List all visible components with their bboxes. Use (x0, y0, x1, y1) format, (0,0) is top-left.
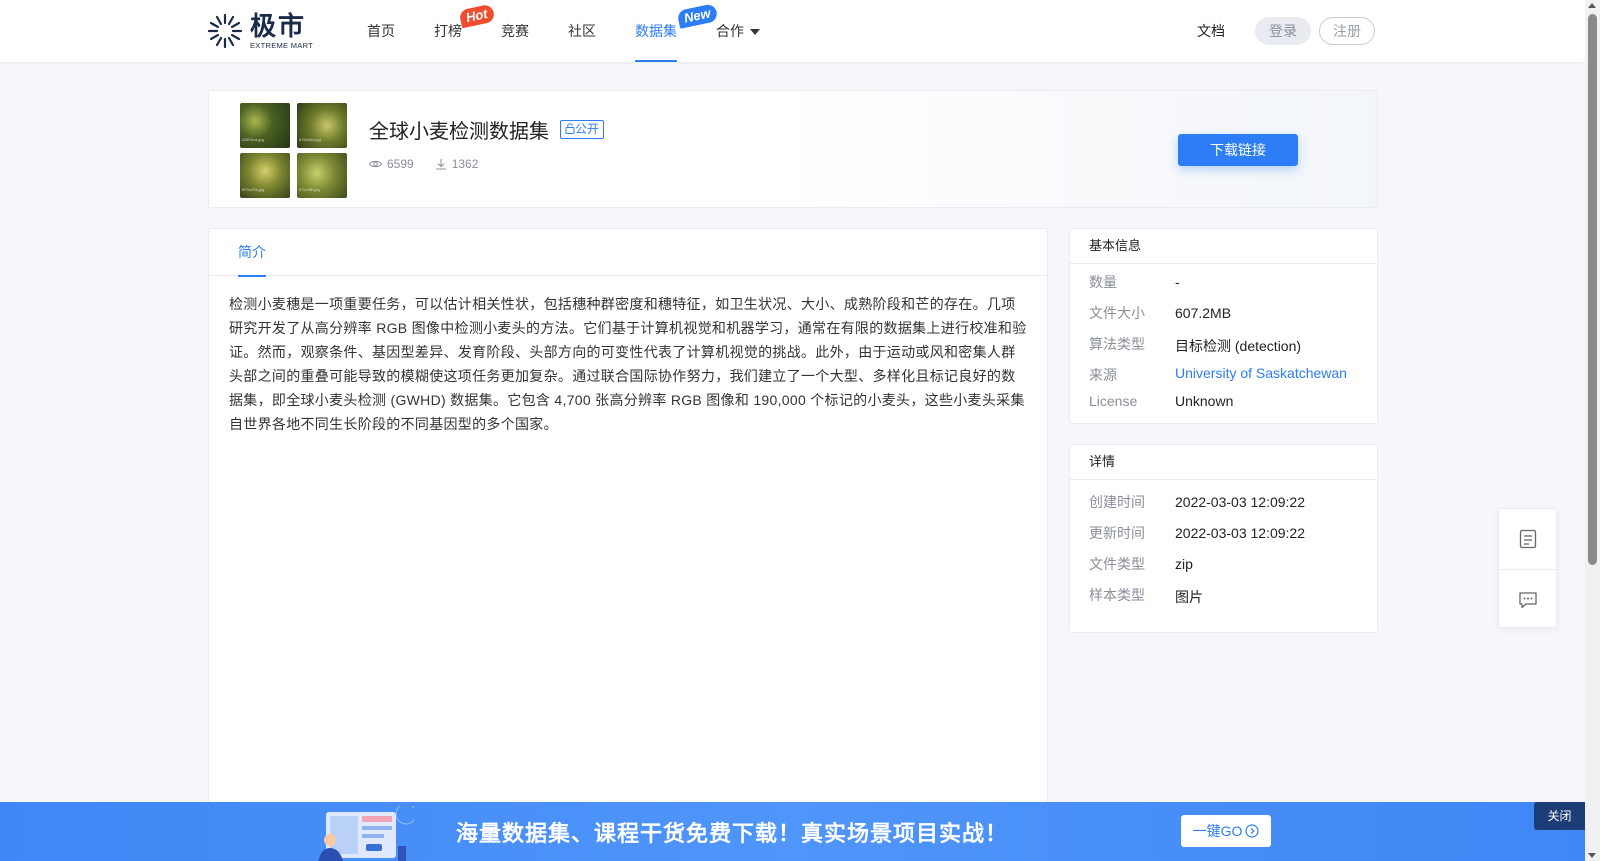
views-count: 6599 (387, 157, 414, 171)
views-stat: 6599 (369, 157, 414, 171)
tab-intro[interactable]: 简介 (238, 229, 266, 277)
info-key: License (1089, 393, 1138, 409)
chat-icon (1518, 591, 1537, 608)
nav-community-label: 社区 (568, 23, 596, 39)
floating-toolbar (1498, 508, 1557, 628)
banner-text: 海量数据集、课程干货免费下载！真实场景项目实战！ (456, 821, 1009, 846)
info-row-size: 文件大小 607.2MB (1070, 303, 1377, 334)
public-tag: 公开 (560, 120, 605, 139)
logo-icon (206, 12, 244, 50)
info-value: Unknown (1175, 393, 1234, 409)
info-row-source: 来源 University of Saskatchewan (1070, 365, 1377, 393)
scrollbar-thumb[interactable] (1588, 14, 1597, 565)
logo-title: 极市 (250, 10, 307, 41)
arrow-circle-right-icon (1245, 824, 1259, 838)
chevron-down-icon (750, 29, 760, 36)
promo-banner: 海量数据集、课程干货免费下载！真实场景项目实战！ 一键GO (0, 802, 1585, 861)
scroll-down-icon[interactable] (1588, 853, 1596, 858)
detail-value: zip (1175, 556, 1193, 572)
logo-subtitle: EXTREME MART (250, 40, 314, 50)
dataset-thumbnails: 2587bca.jpg 8764d3a.jpg 6f7ea7fa.jpg 67c… (240, 103, 347, 198)
nav-leaderboard-label: 打榜 (434, 23, 462, 39)
detail-row-created: 创建时间 2022-03-03 12:09:22 (1070, 492, 1377, 523)
nav-home-label: 首页 (367, 23, 395, 39)
main-nav: 首页 打榜 Hot 竞赛 社区 数据集 New 合作 (367, 0, 776, 62)
intro-tabbar: 简介 (209, 229, 1047, 277)
detail-key: 创建时间 (1089, 494, 1145, 510)
intro-description: 检测小麦穗是一项重要任务，可以估计相关性状，包括穗种群密度和穗特征，如卫生状况、… (229, 296, 1027, 432)
info-key: 文件大小 (1089, 305, 1145, 321)
nav-leaderboard[interactable]: 打榜 Hot (434, 0, 501, 62)
info-row-algorithm: 算法类型 目标检测 (detection) (1070, 334, 1377, 365)
go-button-label: 一键GO (1192, 823, 1243, 839)
detail-row-sampletype: 样本类型 图片 (1070, 585, 1377, 616)
nav-community[interactable]: 社区 (568, 0, 635, 62)
details-title: 详情 (1070, 445, 1377, 480)
intro-panel: 简介 检测小麦穗是一项重要任务，可以估计相关性状，包括穗种群密度和穗特征，如卫生… (208, 228, 1048, 861)
detail-key: 样本类型 (1089, 587, 1145, 603)
nav-home[interactable]: 首页 (367, 0, 434, 62)
register-button[interactable]: 注册 (1319, 17, 1375, 45)
info-row-license: License Unknown (1070, 393, 1377, 424)
eye-icon (369, 160, 382, 168)
source-link[interactable]: University of Saskatchewan (1175, 365, 1347, 381)
hot-badge: Hot (458, 3, 496, 29)
document-tool-button[interactable] (1499, 509, 1556, 569)
document-icon (1519, 529, 1536, 549)
nav-cooperation-label: 合作 (716, 23, 744, 39)
dataset-header-card: 2587bca.jpg 8764d3a.jpg 6f7ea7fa.jpg 67c… (208, 90, 1378, 208)
site-logo[interactable]: 极市 EXTREME MART (206, 12, 313, 50)
detail-row-filetype: 文件类型 zip (1070, 554, 1377, 585)
detail-value: 图片 (1175, 589, 1203, 605)
detail-value: 2022-03-03 12:09:22 (1175, 525, 1305, 541)
downloads-stat: 1362 (435, 157, 479, 171)
thumbnail-image[interactable]: 67c1f3b.jpg (297, 153, 347, 198)
info-value: - (1175, 274, 1180, 290)
lock-icon (565, 123, 575, 134)
download-icon (435, 159, 446, 170)
docs-link[interactable]: 文档 (1197, 21, 1225, 41)
login-button[interactable]: 登录 (1255, 17, 1311, 45)
thumbnail-image[interactable]: 2587bca.jpg (240, 103, 290, 148)
top-header: 极市 EXTREME MART 首页 打榜 Hot 竞赛 社区 数据集 New … (0, 0, 1585, 62)
banner-illustration (314, 803, 417, 861)
nav-competition[interactable]: 竞赛 (501, 0, 568, 62)
info-value: 目标检测 (detection) (1175, 338, 1302, 354)
dataset-title: 全球小麦检测数据集 (369, 121, 549, 143)
downloads-count: 1362 (451, 157, 479, 171)
go-button[interactable]: 一键GO (1181, 815, 1271, 847)
nav-datasets-label: 数据集 (635, 23, 677, 39)
page-scrollbar[interactable] (1585, 0, 1600, 861)
thumbnail-image[interactable]: 8764d3a.jpg (297, 103, 347, 148)
thumbnail-image[interactable]: 6f7ea7fa.jpg (240, 153, 290, 198)
info-row-count: 数量 - (1070, 272, 1377, 303)
public-tag-label: 公开 (575, 122, 600, 136)
download-link-button[interactable]: 下载链接 (1178, 134, 1298, 166)
detail-value: 2022-03-03 12:09:22 (1175, 494, 1305, 510)
new-badge: New (676, 3, 719, 29)
feedback-tool-button[interactable] (1499, 569, 1556, 629)
basic-info-panel: 基本信息 数量 - 文件大小 607.2MB 算法类型 目标检测 (detect… (1069, 228, 1378, 424)
basic-info-title: 基本信息 (1070, 229, 1377, 264)
detail-key: 更新时间 (1089, 525, 1145, 541)
detail-row-updated: 更新时间 2022-03-03 12:09:22 (1070, 523, 1377, 554)
scroll-up-icon[interactable] (1588, 3, 1596, 8)
detail-key: 文件类型 (1089, 556, 1145, 572)
banner-close-button[interactable]: 关闭 (1534, 802, 1585, 830)
details-panel: 详情 创建时间 2022-03-03 12:09:22 更新时间 2022-03… (1069, 444, 1378, 633)
info-key: 算法类型 (1089, 336, 1145, 352)
nav-competition-label: 竞赛 (501, 23, 529, 39)
info-key: 数量 (1089, 274, 1117, 290)
info-key: 来源 (1089, 367, 1117, 383)
info-value: 607.2MB (1175, 305, 1232, 321)
nav-cooperation[interactable]: 合作 (716, 0, 776, 62)
nav-datasets[interactable]: 数据集 (635, 0, 677, 62)
